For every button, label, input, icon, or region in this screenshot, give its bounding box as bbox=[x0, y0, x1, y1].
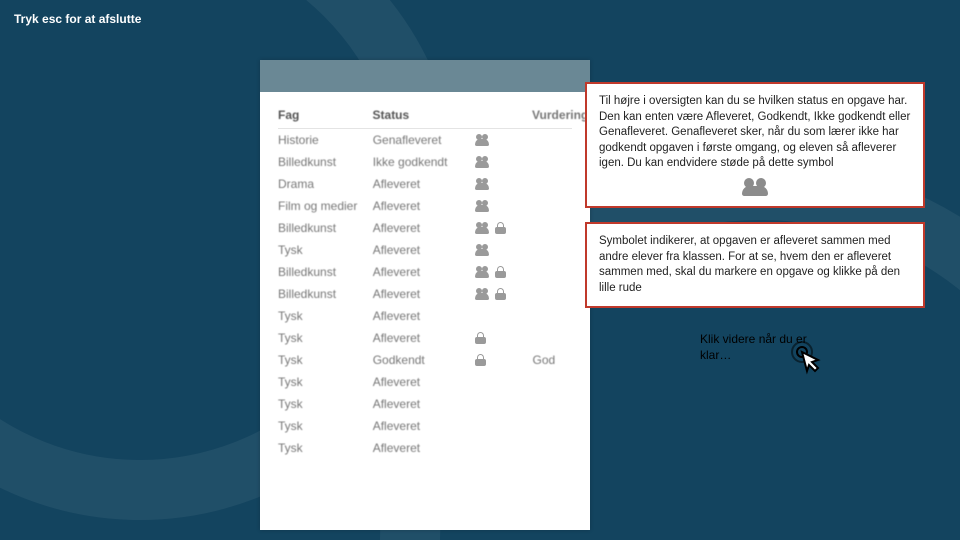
cell-fag: Drama bbox=[278, 177, 373, 191]
cell-fag: Tysk bbox=[278, 375, 373, 389]
group-icon bbox=[475, 178, 489, 190]
cell-fag: Billedkunst bbox=[278, 221, 373, 235]
header-status: Status bbox=[373, 108, 475, 122]
table-row[interactable]: TyskAfleveret bbox=[278, 415, 572, 437]
cell-status: Afleveret bbox=[373, 243, 476, 257]
cell-fag: Billedkunst bbox=[278, 155, 373, 169]
cell-status: Afleveret bbox=[373, 221, 476, 235]
table-row[interactable]: TyskAfleveret bbox=[278, 327, 572, 349]
cell-status: Afleveret bbox=[373, 441, 476, 455]
table-row[interactable]: BilledkunstAfleveret bbox=[278, 261, 572, 283]
table-row[interactable]: HistorieGenafleveret bbox=[278, 129, 572, 151]
table-row[interactable]: TyskAfleveret bbox=[278, 239, 572, 261]
cell-icons bbox=[475, 354, 532, 366]
callout-text: Til højre i oversigten kan du se hvilken… bbox=[599, 95, 910, 169]
table-row[interactable]: TyskAfleveret bbox=[278, 437, 572, 459]
cell-status: Afleveret bbox=[373, 199, 476, 213]
cell-fag: Historie bbox=[278, 133, 373, 147]
click-next-hint[interactable]: Klik videre når du er klar… bbox=[700, 332, 840, 363]
cell-fag: Tysk bbox=[278, 309, 373, 323]
table-row[interactable]: BilledkunstIkke godkendt bbox=[278, 151, 572, 173]
cell-icons bbox=[475, 266, 532, 278]
cell-vurdering: God bbox=[533, 353, 572, 367]
cell-icons bbox=[475, 178, 532, 190]
cell-icons bbox=[475, 134, 532, 146]
group-icon bbox=[475, 222, 489, 234]
cell-fag: Tysk bbox=[278, 243, 373, 257]
cell-icons bbox=[475, 332, 532, 344]
cell-status: Afleveret bbox=[373, 331, 476, 345]
table-row[interactable]: TyskAfleveret bbox=[278, 393, 572, 415]
cell-icons bbox=[475, 200, 532, 212]
table-row[interactable]: Film og medierAfleveret bbox=[278, 195, 572, 217]
table-row[interactable]: TyskAfleveret bbox=[278, 305, 572, 327]
table-row[interactable]: DramaAfleveret bbox=[278, 173, 572, 195]
panel-header bbox=[260, 60, 590, 92]
header-fag: Fag bbox=[278, 108, 373, 122]
cell-status: Genafleveret bbox=[373, 133, 476, 147]
lock-icon bbox=[475, 354, 486, 366]
cell-fag: Film og medier bbox=[278, 199, 373, 213]
group-icon bbox=[475, 288, 489, 300]
table-row[interactable]: BilledkunstAfleveret bbox=[278, 283, 572, 305]
cell-icons bbox=[475, 156, 532, 168]
cell-fag: Billedkunst bbox=[278, 265, 373, 279]
cell-icons bbox=[475, 244, 532, 256]
cell-status: Godkendt bbox=[373, 353, 476, 367]
lock-icon bbox=[475, 332, 486, 344]
cell-fag: Tysk bbox=[278, 331, 373, 345]
assignment-panel: Fag Status Vurdering HistorieGenaflevere… bbox=[260, 60, 590, 530]
cell-status: Afleveret bbox=[373, 375, 476, 389]
cell-status: Afleveret bbox=[373, 265, 476, 279]
header-vurdering: Vurdering bbox=[532, 108, 572, 122]
table-header-row: Fag Status Vurdering bbox=[278, 102, 572, 129]
cell-fag: Tysk bbox=[278, 441, 373, 455]
group-icon bbox=[475, 200, 489, 212]
lock-icon bbox=[495, 266, 506, 278]
group-icon bbox=[475, 156, 489, 168]
table-row[interactable]: BilledkunstAfleveret bbox=[278, 217, 572, 239]
cell-status: Ikke godkendt bbox=[373, 155, 476, 169]
table-row[interactable]: TyskGodkendt God bbox=[278, 349, 572, 371]
cell-icons bbox=[475, 288, 532, 300]
group-icon bbox=[742, 178, 768, 196]
cell-fag: Tysk bbox=[278, 397, 373, 411]
group-icon bbox=[475, 244, 489, 256]
tutorial-stage[interactable]: Tryk esc for at afslutte Fag Status Vurd… bbox=[0, 0, 960, 540]
cursor-click-icon bbox=[788, 338, 828, 378]
lock-icon bbox=[495, 288, 506, 300]
assignment-table: Fag Status Vurdering HistorieGenaflevere… bbox=[260, 92, 590, 459]
callout-status-explanation: Til højre i oversigten kan du se hvilken… bbox=[585, 82, 925, 208]
cell-icons bbox=[475, 222, 532, 234]
cell-status: Afleveret bbox=[373, 419, 476, 433]
cell-status: Afleveret bbox=[373, 177, 476, 191]
table-row[interactable]: TyskAfleveret bbox=[278, 371, 572, 393]
esc-hint: Tryk esc for at afslutte bbox=[14, 12, 141, 26]
cell-fag: Tysk bbox=[278, 419, 373, 433]
cell-fag: Tysk bbox=[278, 353, 373, 367]
cell-fag: Billedkunst bbox=[278, 287, 373, 301]
lock-icon bbox=[495, 222, 506, 234]
callout-text: Symbolet indikerer, at opgaven er afleve… bbox=[599, 235, 900, 294]
group-icon bbox=[475, 134, 489, 146]
callout-group-symbol: Symbolet indikerer, at opgaven er afleve… bbox=[585, 222, 925, 308]
group-icon bbox=[475, 266, 489, 278]
cell-status: Afleveret bbox=[373, 309, 476, 323]
cell-status: Afleveret bbox=[373, 287, 476, 301]
cell-status: Afleveret bbox=[373, 397, 476, 411]
